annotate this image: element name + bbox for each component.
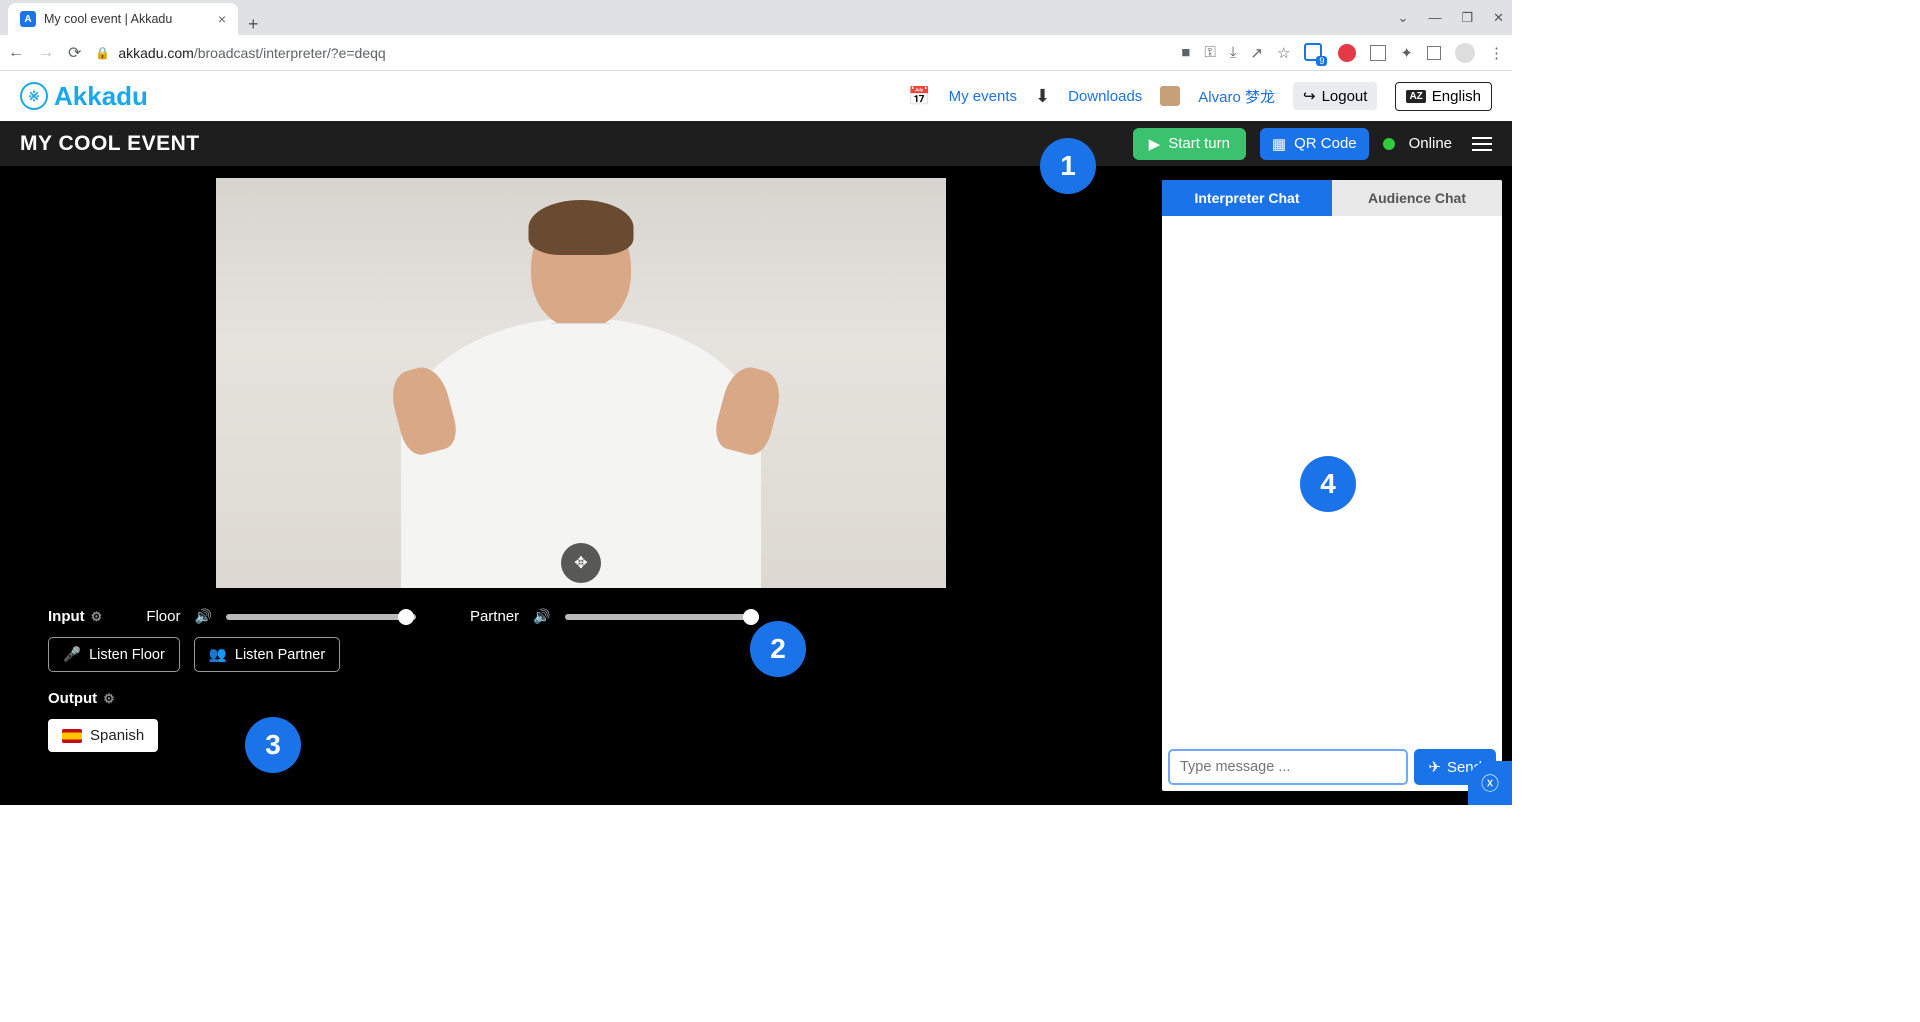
people-icon: 👥 xyxy=(209,646,227,663)
output-language-label: Spanish xyxy=(90,727,144,744)
extension-badge-icon[interactable]: 9 xyxy=(1304,43,1324,63)
user-name[interactable]: Alvaro 梦龙 xyxy=(1198,86,1275,107)
camera-icon[interactable]: ■ xyxy=(1181,44,1190,61)
downloads-link[interactable]: Downloads xyxy=(1068,88,1142,105)
extension-red-icon[interactable] xyxy=(1338,44,1356,62)
partner-label: Partner xyxy=(470,608,519,625)
listen-partner-label: Listen Partner xyxy=(235,647,325,663)
logout-icon: ↪ xyxy=(1303,87,1316,105)
start-turn-label: Start turn xyxy=(1168,135,1230,152)
audio-controls: Input ⚙ Floor 🔊 Partner 🔊 🎤 Listen Floor… xyxy=(0,588,1162,774)
language-button[interactable]: AZ English xyxy=(1395,82,1492,111)
output-gear-icon[interactable]: ⚙ xyxy=(103,691,115,707)
brand-name: Akkadu xyxy=(54,81,148,112)
online-status: Online xyxy=(1409,135,1452,152)
listen-partner-button[interactable]: 👥 Listen Partner xyxy=(194,637,340,672)
nav-forward-icon[interactable]: → xyxy=(38,44,54,62)
output-label: Output xyxy=(48,690,97,707)
extension-box-icon[interactable] xyxy=(1370,45,1386,61)
start-turn-button[interactable]: ▶ Start turn xyxy=(1133,128,1246,160)
flag-spain-icon xyxy=(62,729,82,743)
address-bar[interactable]: 🔒 akkadu.com/broadcast/interpreter/?e=de… xyxy=(95,45,1167,61)
event-title: MY COOL EVENT xyxy=(20,132,200,156)
tab-interpreter-chat[interactable]: Interpreter Chat xyxy=(1162,180,1332,216)
download-circle-icon[interactable]: ⬇ xyxy=(1035,86,1050,107)
floor-volume-icon[interactable]: 🔊 xyxy=(195,608,212,625)
nav-back-icon[interactable]: ← xyxy=(8,44,24,62)
url-domain: akkadu.com xyxy=(118,45,193,61)
tab-title: My cool event | Akkadu xyxy=(44,12,172,26)
partner-volume-slider[interactable] xyxy=(565,614,755,620)
speaker-hair xyxy=(529,200,634,255)
annotation-bubble-1: 1 xyxy=(1040,138,1096,194)
profile-avatar-icon[interactable] xyxy=(1455,43,1475,63)
annotation-bubble-2: 2 xyxy=(750,621,806,677)
tab-favicon: A xyxy=(20,11,36,27)
chat-input[interactable] xyxy=(1168,749,1408,785)
bookmark-icon[interactable]: ☆ xyxy=(1277,44,1290,62)
event-toolbar: MY COOL EVENT ▶ Start turn ▦ QR Code Onl… xyxy=(0,121,1512,166)
install-icon[interactable]: ⤓ xyxy=(1230,44,1237,61)
status-indicator-icon xyxy=(1383,138,1395,150)
extensions-icon[interactable]: ✦ xyxy=(1400,44,1413,62)
brand-mark-icon: ※ xyxy=(20,82,48,110)
window-dropdown-icon[interactable]: ⌄ xyxy=(1398,10,1409,26)
listen-floor-label: Listen Floor xyxy=(89,647,165,663)
partner-volume-icon[interactable]: 🔊 xyxy=(533,608,550,625)
my-events-link[interactable]: My events xyxy=(949,88,1017,105)
language-label: English xyxy=(1432,88,1481,105)
play-icon: ▶ xyxy=(1149,135,1161,153)
nav-reload-icon[interactable]: ⟳ xyxy=(68,43,81,63)
floor-volume-slider[interactable] xyxy=(226,614,416,620)
lock-icon: 🔒 xyxy=(95,46,110,60)
browser-tab-strip: A My cool event | Akkadu × + ⌄ ― ❐ ✕ xyxy=(0,0,1512,35)
tab-close-icon[interactable]: × xyxy=(218,11,226,27)
user-avatar[interactable] xyxy=(1160,86,1180,106)
qr-code-button[interactable]: ▦ QR Code xyxy=(1260,128,1369,160)
browser-menu-icon[interactable]: ⋮ xyxy=(1489,44,1504,62)
calendar-icon[interactable]: 📅 xyxy=(908,86,930,107)
app-header: ※ Akkadu 📅 My events ⬇ Downloads Alvaro … xyxy=(0,71,1512,121)
input-label: Input xyxy=(48,608,85,625)
menu-hamburger-icon[interactable] xyxy=(1472,137,1492,151)
listen-floor-button[interactable]: 🎤 Listen Floor xyxy=(48,637,180,672)
window-minimize-icon[interactable]: ― xyxy=(1428,10,1441,25)
video-player[interactable]: ✥ xyxy=(216,178,946,588)
annotation-bubble-4: 4 xyxy=(1300,456,1356,512)
tab-audience-chat[interactable]: Audience Chat xyxy=(1332,180,1502,216)
logout-button[interactable]: ↪ Logout xyxy=(1293,82,1377,110)
key-icon[interactable]: ⚿ xyxy=(1204,44,1215,61)
sidepanel-icon[interactable] xyxy=(1427,46,1441,60)
video-drag-handle[interactable]: ✥ xyxy=(561,543,601,583)
qr-label: QR Code xyxy=(1294,135,1357,152)
brand-logo[interactable]: ※ Akkadu xyxy=(20,81,148,112)
window-close-icon[interactable]: ✕ xyxy=(1493,10,1504,26)
main-area: 1 2 3 4 ✥ Input ⚙ Floor 🔊 Partner 🔊 xyxy=(0,166,1512,805)
qr-icon: ▦ xyxy=(1272,135,1286,153)
input-gear-icon[interactable]: ⚙ xyxy=(91,609,103,625)
floor-label: Floor xyxy=(146,608,180,625)
browser-toolbar: ← → ⟳ 🔒 akkadu.com/broadcast/interpreter… xyxy=(0,35,1512,71)
logout-label: Logout xyxy=(1322,88,1368,105)
window-maximize-icon[interactable]: ❐ xyxy=(1461,10,1473,26)
share-icon[interactable]: ↗ xyxy=(1250,44,1263,62)
new-tab-button[interactable]: + xyxy=(238,14,269,35)
browser-tab[interactable]: A My cool event | Akkadu × xyxy=(8,3,238,35)
send-icon: ✈ xyxy=(1428,758,1441,776)
annotation-bubble-3: 3 xyxy=(245,717,301,773)
output-language-button[interactable]: Spanish xyxy=(48,719,158,752)
podium-icon: 🎤 xyxy=(63,646,81,663)
floating-close-button[interactable]: ⓧ xyxy=(1468,761,1512,805)
url-path: /broadcast/interpreter/?e=deqq xyxy=(194,45,386,61)
language-badge-icon: AZ xyxy=(1406,90,1425,103)
